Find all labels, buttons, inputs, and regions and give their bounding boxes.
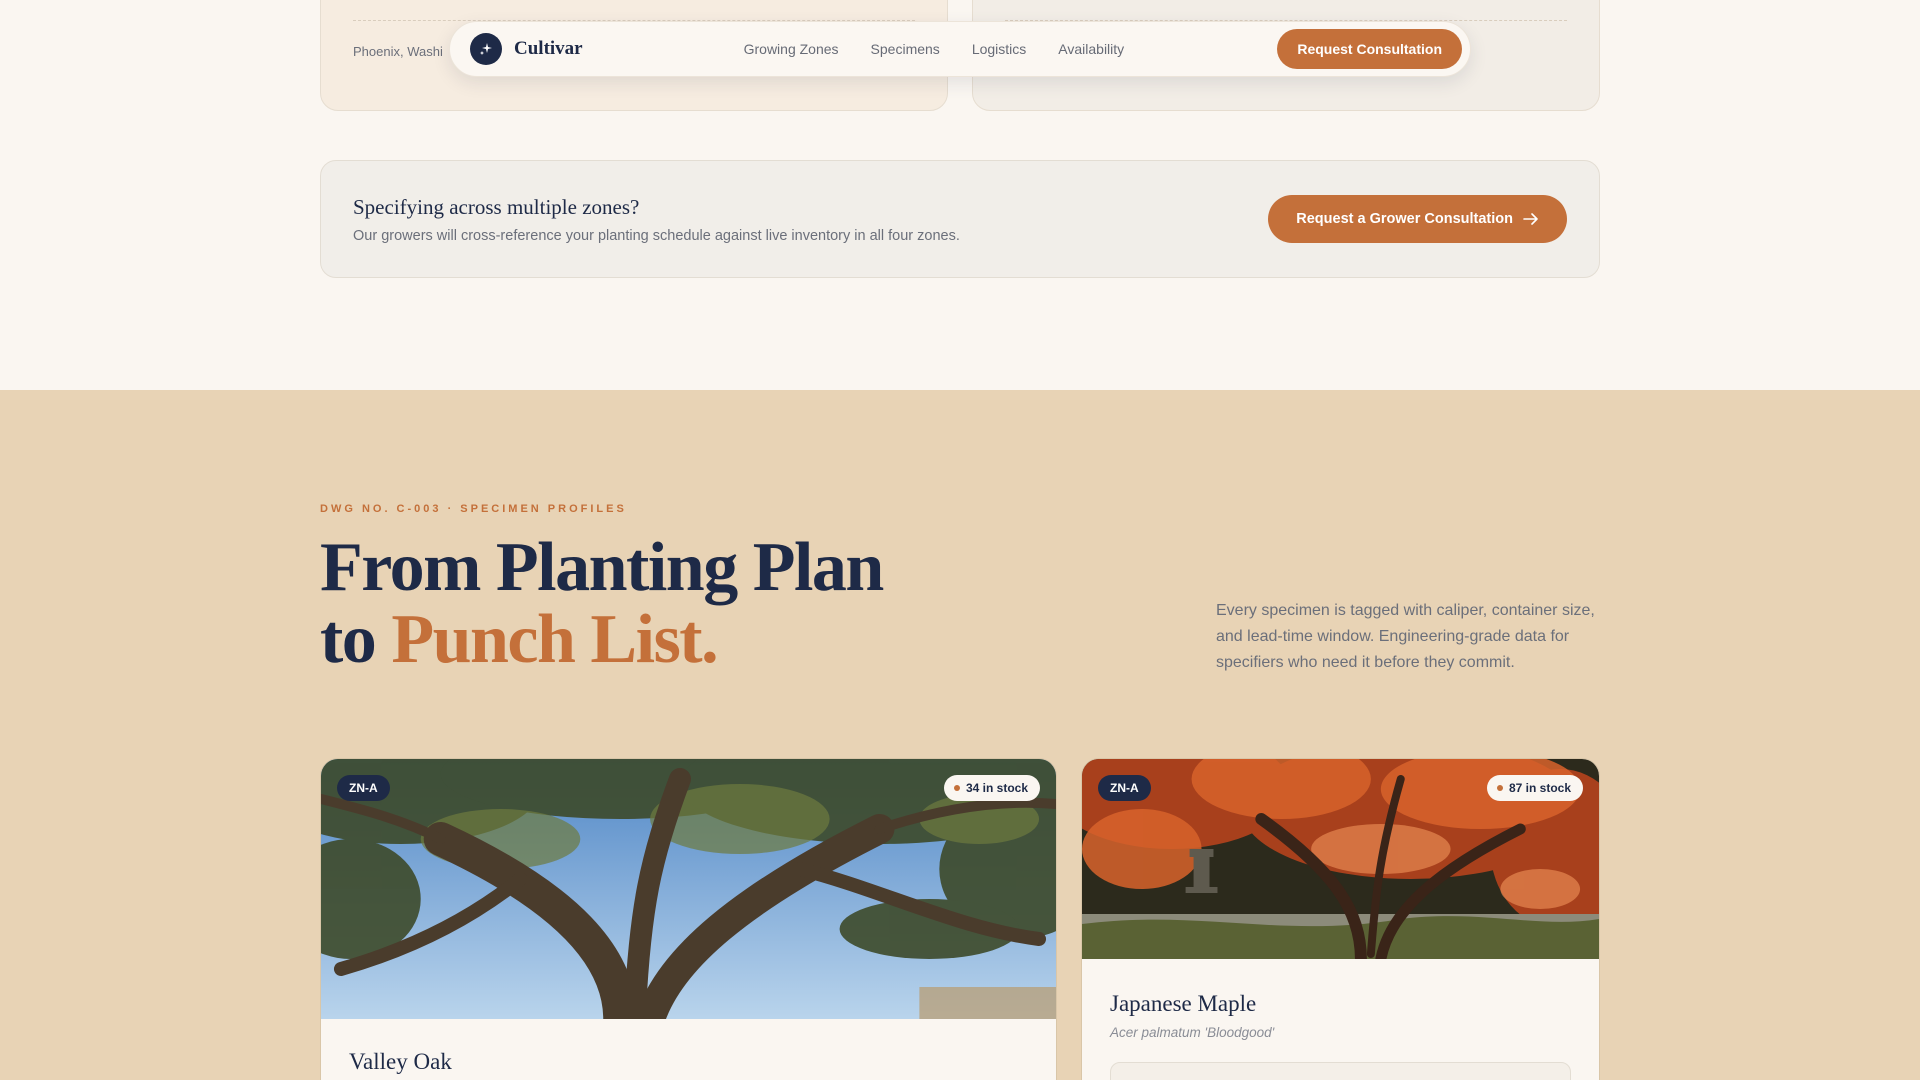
zone-card-location: Phoenix, Washi: [353, 44, 443, 59]
zone-badge: ZN-A: [1098, 775, 1151, 801]
stock-count: 34 in stock: [965, 781, 1028, 795]
section-lead: Every specimen is tagged with caliper, c…: [1216, 602, 1595, 671]
valley-oak-image: ZN-A 34 in stock: [321, 759, 1056, 1019]
nav-links: Growing Zones Specimens Logistics Availa…: [744, 41, 1125, 57]
grower-consultation-label: Request a Grower Consultation: [1296, 211, 1513, 227]
nav-link-availability[interactable]: Availability: [1058, 41, 1124, 57]
headline-accent: Punch List.: [391, 601, 718, 678]
nav-link-specimens[interactable]: Specimens: [871, 41, 940, 57]
banner-question: Specifying across multiple zones?: [353, 194, 640, 219]
nav-link-logistics[interactable]: Logistics: [972, 41, 1026, 57]
spec-strip: [1110, 1062, 1571, 1080]
headline-line-1: From Planting Plan: [320, 529, 884, 606]
sparkle-logo-icon: [470, 33, 502, 65]
stock-count: 87 in stock: [1508, 781, 1571, 795]
stock-badge: 87 in stock: [1486, 775, 1583, 801]
specimen-name: Valley Oak: [349, 1049, 452, 1074]
stock-dot-icon: [953, 785, 960, 791]
card-body: Japanese Maple Acer palmatum 'Bloodgood': [1082, 991, 1599, 1080]
stock-badge: 34 in stock: [943, 775, 1040, 801]
section-headline: From Planting Plan to Punch List.: [320, 529, 884, 678]
stock-dot-icon: [1496, 785, 1503, 791]
multi-zone-banner: Specifying across multiple zones? Our gr…: [320, 160, 1600, 278]
specimen-profiles-section: DWG NO. C-003 · SPECIMEN PROFILES From P…: [0, 390, 1920, 1080]
nav-link-growing-zones[interactable]: Growing Zones: [744, 41, 839, 57]
japanese-maple-image: ZN-A 87 in stock: [1082, 759, 1599, 959]
headline-to: to: [320, 601, 377, 678]
specimen-latin-name: Acer palmatum 'Bloodgood': [1110, 1025, 1275, 1040]
arrow-right-icon: [1523, 213, 1538, 225]
card-body: Valley Oak: [321, 1049, 1056, 1075]
specimen-card-valley-oak[interactable]: ZN-A 34 in stock Valley Oak: [320, 758, 1057, 1080]
banner-text: Specifying across multiple zones? Our gr…: [353, 195, 960, 244]
banner-subtext: Our growers will cross-reference your pl…: [353, 227, 960, 244]
section-eyebrow: DWG NO. C-003 · SPECIMEN PROFILES: [320, 503, 627, 515]
request-consultation-button[interactable]: Request Consultation: [1277, 29, 1462, 69]
specimen-card-japanese-maple[interactable]: ZN-A 87 in stock Japanese Maple Acer pal…: [1081, 758, 1600, 1080]
floating-nav: Cultivar Growing Zones Specimens Logisti…: [449, 21, 1471, 77]
grower-consultation-button[interactable]: Request a Grower Consultation: [1268, 195, 1567, 243]
zone-badge: ZN-A: [337, 775, 390, 801]
specimen-name: Japanese Maple: [1110, 991, 1257, 1016]
brand-name: Cultivar: [514, 38, 583, 59]
brand[interactable]: Cultivar: [470, 33, 583, 65]
